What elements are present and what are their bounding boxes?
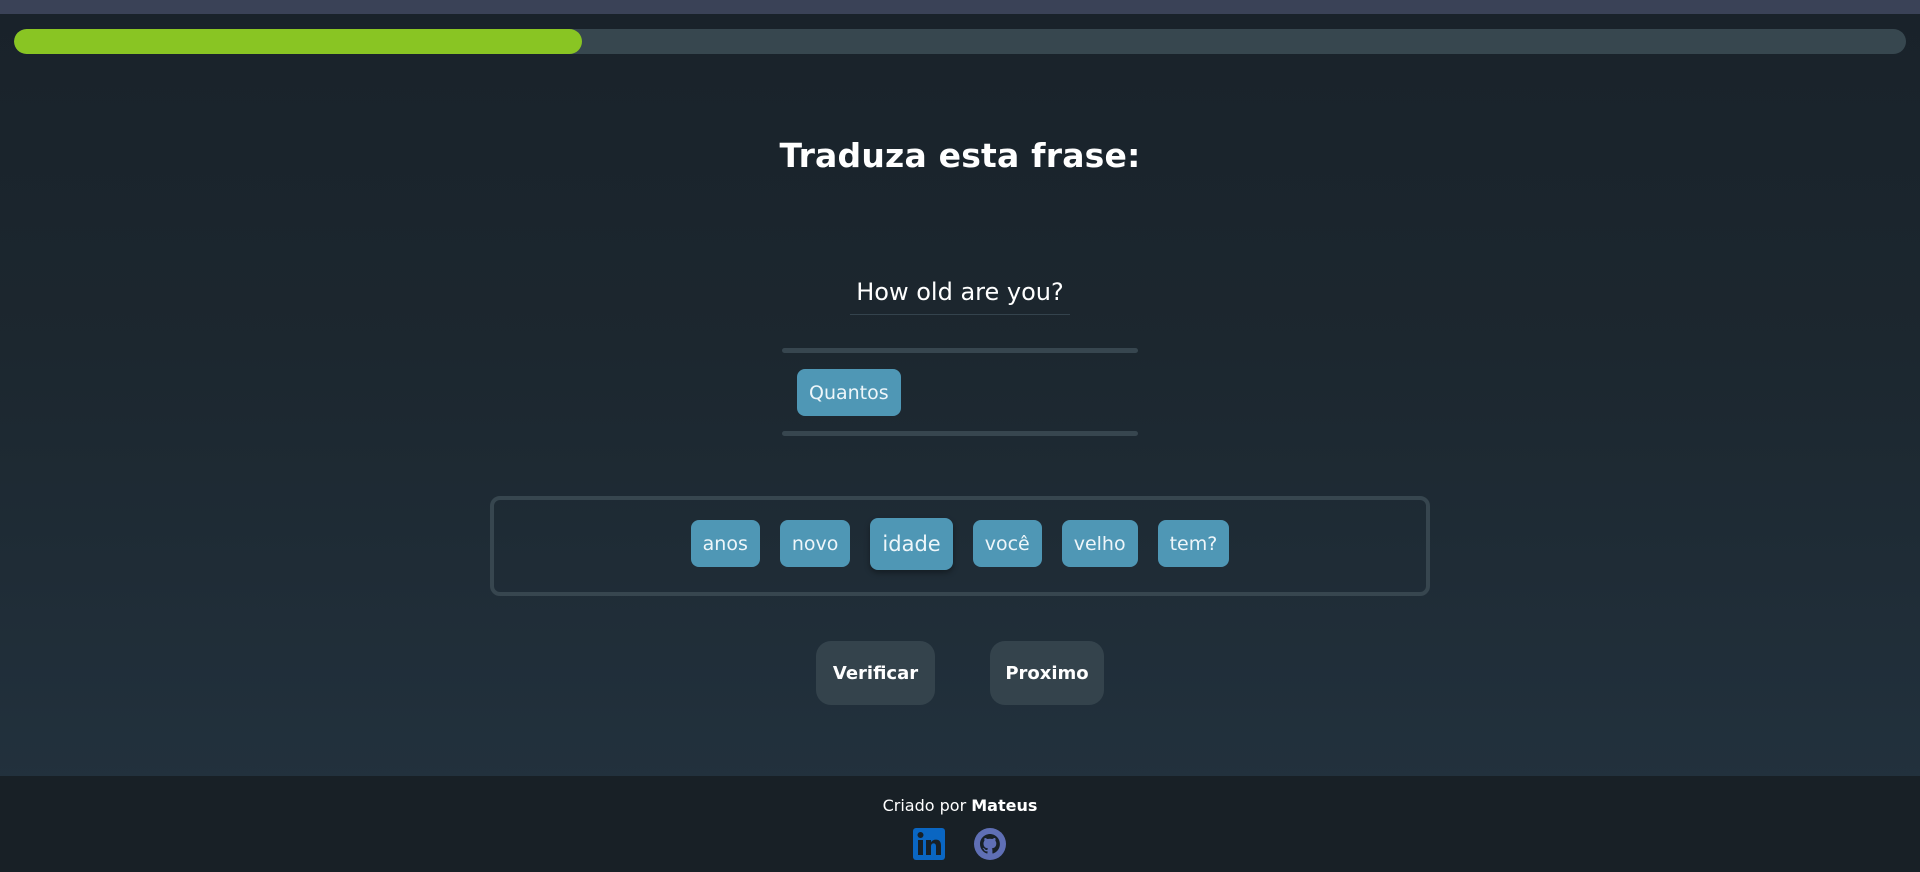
- linkedin-icon: [913, 828, 945, 860]
- word-bank-chips: anos novo idade você velho tem?: [494, 518, 1426, 570]
- answer-word-chip[interactable]: Quantos: [797, 369, 901, 416]
- footer-credit: Criado por Mateus: [0, 796, 1920, 815]
- footer: Criado por Mateus: [0, 776, 1920, 872]
- progress-fill: [14, 29, 582, 54]
- answer-line-top: [782, 348, 1138, 353]
- word-chip-voce[interactable]: você: [972, 520, 1042, 567]
- sentence-wrapper: How old are you?: [0, 278, 1920, 315]
- verify-button[interactable]: Verificar: [816, 641, 935, 705]
- next-button[interactable]: Proximo: [990, 641, 1104, 705]
- top-strip: [0, 0, 1920, 14]
- github-icon: [974, 828, 1006, 860]
- word-bank: anos novo idade você velho tem?: [490, 496, 1430, 596]
- linkedin-link[interactable]: [912, 827, 946, 861]
- credit-prefix: Criado por: [882, 796, 967, 815]
- word-chip-anos[interactable]: anos: [690, 520, 760, 567]
- progress-bar: [14, 29, 1906, 54]
- answer-line-bottom: [782, 431, 1138, 436]
- word-chip-novo[interactable]: novo: [779, 520, 851, 567]
- exercise-title: Traduza esta frase:: [779, 136, 1141, 175]
- answer-area: Quantos: [797, 369, 901, 417]
- word-chip-idade[interactable]: idade: [870, 518, 953, 570]
- word-chip-velho[interactable]: velho: [1061, 520, 1138, 567]
- word-chip-tem[interactable]: tem?: [1157, 520, 1230, 567]
- author-name: Mateus: [971, 796, 1038, 815]
- sentence-to-translate: How old are you?: [850, 278, 1070, 315]
- github-link[interactable]: [973, 827, 1007, 861]
